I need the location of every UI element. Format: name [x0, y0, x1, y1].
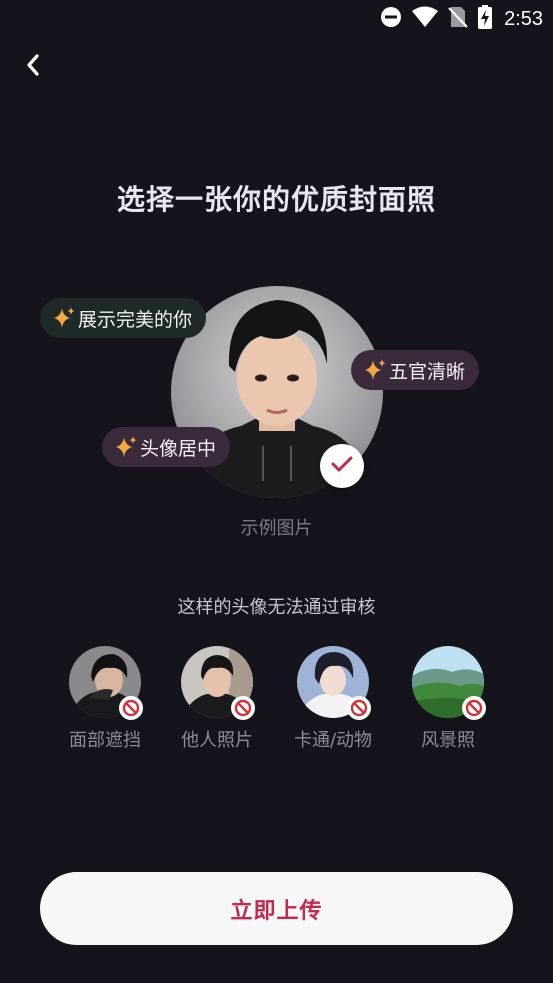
- tag-label: 头像居中: [140, 437, 217, 460]
- prohibited-icon: [462, 696, 486, 720]
- tag-centered-head: 头像居中: [102, 427, 231, 467]
- reject-section-title: 这样的头像无法通过审核: [177, 597, 376, 618]
- reject-item-cartoon-animal: 卡通/动物: [278, 646, 388, 752]
- chevron-left-icon: [24, 53, 42, 81]
- do-not-disturb-icon: [380, 6, 402, 32]
- sparkle-icon: [114, 435, 138, 459]
- tag-show-perfect: 展示完美的你: [40, 298, 207, 338]
- sample-caption: 示例图片: [240, 518, 313, 539]
- reject-item-other-person: 他人照片: [162, 646, 272, 752]
- reject-label: 面部遮挡: [69, 730, 141, 751]
- status-bar: 2:53: [0, 0, 553, 40]
- no-sim-icon: [448, 6, 468, 32]
- reject-label: 他人照片: [181, 730, 253, 751]
- checkmark-icon: [331, 455, 353, 477]
- battery-charging-icon: [478, 5, 493, 33]
- sparkle-icon: [363, 358, 387, 382]
- prohibited-icon: [347, 696, 371, 720]
- reject-label: 风景照: [421, 730, 475, 751]
- reject-item-face-covered: 面部遮挡: [50, 646, 160, 752]
- reject-avatar: [69, 646, 143, 720]
- reject-label: 卡通/动物: [293, 730, 373, 751]
- status-time: 2:53: [504, 7, 543, 30]
- reject-avatar: [412, 646, 486, 720]
- prohibited-icon: [231, 696, 255, 720]
- back-button[interactable]: [18, 52, 48, 82]
- reject-item-landscape: 风景照: [393, 646, 503, 752]
- page-title: 选择一张你的优质封面照: [116, 183, 436, 216]
- upload-now-button[interactable]: 立即上传: [40, 872, 513, 945]
- reject-avatar: [181, 646, 255, 720]
- check-badge: [320, 444, 364, 488]
- sparkle-icon: [52, 306, 76, 330]
- wifi-icon: [412, 6, 439, 32]
- status-icons: 2:53: [380, 5, 543, 33]
- prohibited-icon: [119, 696, 143, 720]
- tag-label: 展示完美的你: [78, 308, 193, 331]
- reject-avatar: [297, 646, 371, 720]
- tag-label: 五官清晰: [389, 360, 466, 383]
- tag-clear-features: 五官清晰: [351, 350, 480, 390]
